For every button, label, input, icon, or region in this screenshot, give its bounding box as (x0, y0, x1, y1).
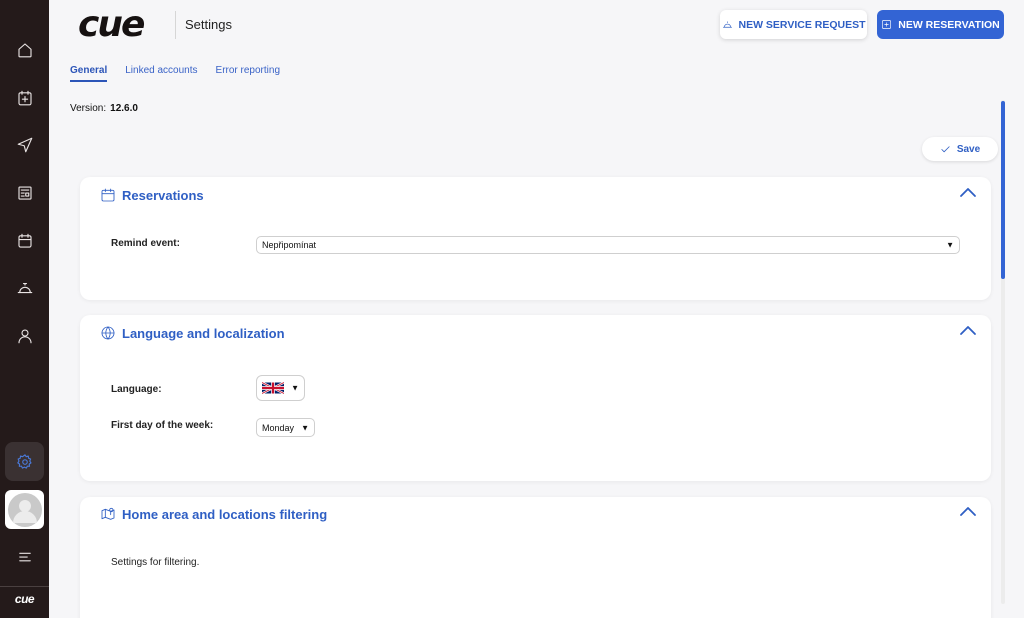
chevron-up-icon (960, 507, 976, 516)
new-reservation-icon (17, 90, 32, 105)
sidebar-item-profile[interactable] (5, 316, 44, 355)
calendar-icon (101, 188, 115, 202)
version-label: Version: (70, 103, 107, 114)
settings-gear-icon (16, 453, 32, 469)
home-area-card: Home area and locations filtering Settin… (80, 497, 991, 618)
menu-icon (18, 552, 31, 561)
globe-icon (101, 326, 115, 340)
sidebar-menu-toggle[interactable] (5, 537, 44, 576)
avatar-placeholder-icon (7, 492, 42, 527)
language-collapse-toggle[interactable] (959, 323, 977, 335)
remind-event-select[interactable]: Nepřipomínat ▼ (256, 236, 960, 254)
sidebar-item-settings[interactable] (5, 442, 44, 481)
news-icon (17, 185, 32, 200)
save-label: Save (956, 143, 981, 155)
home-area-description: Settings for filtering. (111, 557, 200, 568)
page-title: Settings (185, 17, 232, 32)
check-icon (941, 145, 950, 152)
caret-down-icon: ▼ (291, 383, 299, 393)
home-icon (17, 42, 32, 57)
sidebar-logo: cue (14, 592, 35, 606)
version-value: 12.6.0 (110, 103, 138, 114)
reservations-header[interactable]: Reservations (100, 187, 204, 203)
sidebar-divider (0, 586, 49, 587)
version-info: Version: 12.6.0 (70, 103, 138, 114)
save-button[interactable]: Save (922, 137, 998, 161)
sidebar: cue (0, 0, 49, 618)
tab-error-reporting[interactable]: Error reporting (216, 65, 280, 82)
caret-down-icon: ▼ (301, 423, 309, 432)
language-localization-card: Language and localization Language: ▼ Fi… (80, 315, 991, 481)
user-icon (17, 328, 32, 343)
home-area-collapse-toggle[interactable] (959, 504, 977, 516)
avatar[interactable] (5, 490, 44, 529)
service-bell-icon (17, 282, 32, 293)
new-reservation-label: NEW RESERVATION (898, 18, 1000, 31)
plus-square-icon (882, 20, 892, 29)
first-day-value: Monday (262, 422, 295, 433)
sidebar-item-news[interactable] (5, 173, 44, 212)
new-service-request-label: NEW SERVICE REQUEST (738, 18, 866, 31)
remind-event-value: Nepřipomínat (262, 240, 317, 250)
sidebar-item-services[interactable] (5, 268, 44, 307)
remind-event-label: Remind event: (111, 238, 180, 249)
map-pin-icon (101, 507, 115, 520)
sidebar-item-new-reservation[interactable] (5, 78, 44, 117)
tab-linked-accounts[interactable]: Linked accounts (125, 65, 197, 82)
sidebar-item-navigation[interactable] (5, 125, 44, 164)
language-localization-header[interactable]: Language and localization (100, 325, 285, 341)
language-label: Language: (111, 384, 162, 395)
chevron-up-icon (960, 326, 976, 335)
app-logo[interactable]: cue (78, 4, 145, 45)
service-bell-icon (722, 21, 732, 28)
caret-down-icon: ▼ (946, 240, 954, 250)
navigation-icon (17, 137, 32, 152)
home-area-header[interactable]: Home area and locations filtering (100, 506, 327, 522)
header-divider (175, 11, 176, 39)
first-day-select[interactable]: Monday ▼ (256, 418, 315, 437)
tab-general[interactable]: General (70, 65, 108, 82)
language-localization-title: Language and localization (122, 325, 285, 341)
chevron-up-icon (960, 188, 976, 197)
calendar-icon (17, 233, 32, 248)
sidebar-item-calendar[interactable] (5, 221, 44, 260)
new-reservation-button[interactable]: NEW RESERVATION (877, 10, 1004, 39)
new-service-request-button[interactable]: NEW SERVICE REQUEST (720, 10, 867, 39)
sidebar-item-home[interactable] (5, 30, 44, 69)
home-area-title: Home area and locations filtering (122, 506, 328, 522)
language-select[interactable]: ▼ (256, 375, 305, 401)
reservations-card: Reservations Remind event: Nepřipomínat … (80, 177, 991, 300)
first-day-label: First day of the week: (111, 420, 214, 431)
reservations-title: Reservations (122, 187, 204, 203)
scrollbar-thumb[interactable] (1001, 101, 1005, 279)
settings-tabs: General Linked accounts Error reporting (70, 65, 280, 82)
uk-flag-icon (262, 381, 284, 395)
reservations-collapse-toggle[interactable] (959, 185, 977, 197)
